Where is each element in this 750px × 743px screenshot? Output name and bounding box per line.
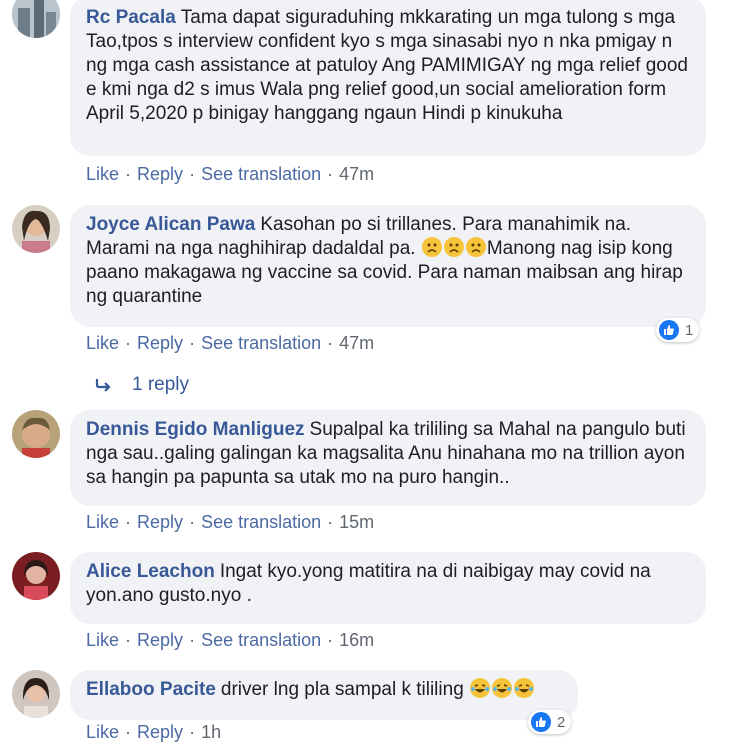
thumbs-up-icon (659, 320, 679, 340)
comment-bubble: Rc Pacala Tama dapat siguraduhing mkkarat… (70, 0, 706, 156)
like-button[interactable]: Like (86, 630, 119, 650)
see-translation-link[interactable]: See translation (201, 333, 321, 353)
timestamp[interactable]: 47m (339, 164, 374, 184)
avatar-photo (12, 205, 60, 253)
thumbs-up-icon (531, 712, 551, 732)
see-translation-link[interactable]: See translation (201, 512, 321, 532)
timestamp[interactable]: 16m (339, 630, 374, 650)
author-name[interactable]: Joyce Alican Pawa (86, 214, 255, 235)
reaction-number: 2 (557, 713, 566, 731)
comment-bubble: Ellaboo Pacite driver lng pla sampal k ti… (70, 670, 578, 720)
reply-button[interactable]: Reply (137, 164, 183, 184)
frown-emoji (465, 237, 486, 257)
replies-count: 1 reply (132, 374, 190, 395)
see-translation-link[interactable]: See translation (201, 630, 321, 650)
avatar-photo (12, 670, 60, 718)
separator: · (189, 164, 196, 184)
like-button[interactable]: Like (86, 512, 119, 532)
timestamp[interactable]: 1h (201, 722, 221, 742)
avatar[interactable] (12, 552, 60, 600)
comment-actions: Like · Reply · See translation · 47m (86, 333, 374, 354)
comment-actions: Like · Reply · See translation · 47m (86, 164, 374, 185)
like-button[interactable]: Like (86, 722, 119, 742)
author-name[interactable]: Ellaboo Pacite (86, 679, 216, 700)
author-name[interactable]: Dennis Egido Manliguez (86, 419, 305, 440)
like-button[interactable]: Like (86, 333, 119, 353)
separator: · (327, 512, 334, 532)
avatar-photo (12, 552, 60, 600)
timestamp[interactable]: 15m (339, 512, 374, 532)
comment-text: driver lng pla sampal k tililing (220, 679, 464, 700)
avatar[interactable] (12, 410, 60, 458)
reply-button[interactable]: Reply (137, 512, 183, 532)
frown-emoji (443, 237, 464, 257)
laughing-tears-emoji (470, 678, 491, 698)
separator: · (125, 722, 132, 742)
reply-button[interactable]: Reply (137, 630, 183, 650)
reply-button[interactable]: Reply (137, 722, 183, 742)
timestamp[interactable]: 47m (339, 333, 374, 353)
separator: · (327, 630, 334, 650)
separator: · (189, 630, 196, 650)
separator: · (125, 164, 132, 184)
avatar[interactable] (12, 205, 60, 253)
reaction-count[interactable]: 2 (528, 710, 572, 734)
separator: · (189, 512, 196, 532)
frown-emoji (421, 237, 442, 257)
avatar-photo (12, 0, 60, 38)
comment-bubble: Joyce Alican Pawa Kasohan po si trillanes… (70, 205, 706, 327)
separator: · (125, 512, 132, 532)
avatar[interactable] (12, 670, 60, 718)
see-translation-link[interactable]: See translation (201, 164, 321, 184)
reply-button[interactable]: Reply (137, 333, 183, 353)
separator: · (327, 164, 334, 184)
reaction-number: 1 (685, 321, 694, 339)
avatar-photo (12, 410, 60, 458)
comment-actions: Like · Reply · See translation · 15m (86, 512, 374, 533)
laughing-tears-emoji (492, 678, 513, 698)
comment-bubble: Alice Leachon Ingat kyo.yong matitira na … (70, 552, 706, 624)
comment-bubble: Dennis Egido Manliguez Supalpal ka trilil… (70, 410, 706, 506)
laughing-tears-emoji (514, 678, 535, 698)
like-button[interactable]: Like (86, 164, 119, 184)
author-name[interactable]: Rc Pacala (86, 7, 176, 28)
comment-actions: Like · Reply · 1h (86, 722, 221, 743)
view-replies-link[interactable]: 1 reply (94, 374, 189, 396)
separator: · (189, 333, 196, 353)
reaction-count[interactable]: 1 (656, 318, 700, 342)
separator: · (327, 333, 334, 353)
separator: · (189, 722, 196, 742)
author-name[interactable]: Alice Leachon (86, 561, 215, 582)
comment-actions: Like · Reply · See translation · 16m (86, 630, 374, 651)
comment-text: Tama dapat siguraduhing mkkarating un mg… (86, 7, 688, 124)
separator: · (125, 630, 132, 650)
reply-arrow-icon (95, 379, 111, 392)
separator: · (125, 333, 132, 353)
avatar[interactable] (12, 0, 60, 38)
